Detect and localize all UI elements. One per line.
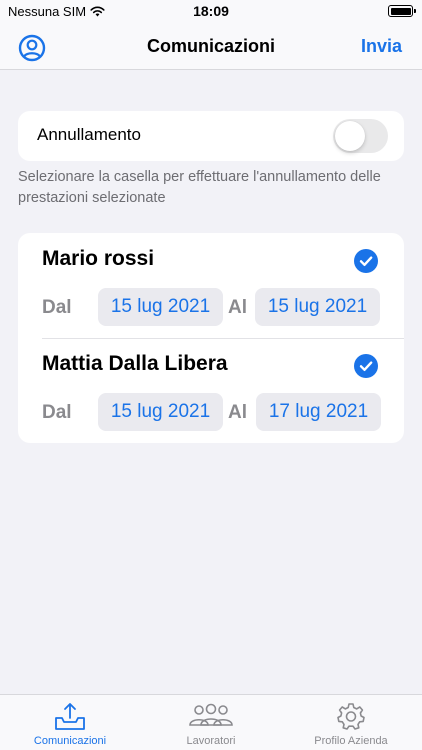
status-bar: Nessuna SIM 18:09 bbox=[0, 0, 422, 24]
workers-list: Mario rossi Dal 15 lug 2021 Al 15 lug 20… bbox=[18, 233, 404, 443]
to-date-picker[interactable]: 15 lug 2021 bbox=[255, 288, 380, 326]
annullamento-label: Annullamento bbox=[37, 125, 141, 144]
checkmark-icon[interactable] bbox=[354, 249, 378, 273]
status-time: 18:09 bbox=[193, 3, 229, 19]
send-button[interactable]: Invia bbox=[361, 36, 402, 57]
annullamento-toggle[interactable] bbox=[333, 119, 388, 153]
gear-icon bbox=[337, 703, 365, 730]
from-label: Dal bbox=[42, 297, 72, 318]
tab-comunicazioni[interactable]: Comunicazioni bbox=[0, 701, 140, 747]
to-label: Al bbox=[228, 297, 247, 318]
tab-bar: Comunicazioni Lavoratori Profilo Azienda bbox=[0, 694, 422, 750]
battery-icon bbox=[388, 5, 416, 17]
worker-row[interactable]: Mario rossi Dal 15 lug 2021 Al 15 lug 20… bbox=[18, 233, 404, 338]
toggle-knob bbox=[335, 121, 365, 151]
navigation-bar: Comunicazioni Invia bbox=[0, 24, 422, 70]
to-date-picker[interactable]: 17 lug 2021 bbox=[256, 393, 381, 431]
page-title: Comunicazioni bbox=[146, 36, 275, 56]
tab-label: Lavoratori bbox=[186, 735, 236, 747]
worker-row[interactable]: Mattia Dalla Libera Dal 15 lug 2021 Al 1… bbox=[18, 338, 404, 443]
worker-name: Mario rossi bbox=[42, 247, 155, 270]
people-group-icon bbox=[189, 703, 233, 726]
tab-label: Profilo Azienda bbox=[314, 735, 388, 747]
from-date-picker[interactable]: 15 lug 2021 bbox=[98, 288, 223, 326]
tab-label: Comunicazioni bbox=[33, 735, 107, 747]
checkmark-icon[interactable] bbox=[354, 354, 378, 378]
annullamento-card: Annullamento bbox=[18, 111, 404, 161]
from-date-picker[interactable]: 15 lug 2021 bbox=[98, 393, 223, 431]
worker-name: Mattia Dalla Libera bbox=[42, 352, 228, 375]
tab-profilo-azienda[interactable]: Profilo Azienda bbox=[281, 701, 421, 747]
from-label: Dal bbox=[42, 402, 72, 423]
tab-lavoratori[interactable]: Lavoratori bbox=[141, 701, 281, 747]
annullamento-footnote: Selezionare la casella per effettuare l'… bbox=[18, 169, 381, 206]
tray-upload-icon bbox=[55, 703, 85, 730]
to-label: Al bbox=[228, 402, 247, 423]
